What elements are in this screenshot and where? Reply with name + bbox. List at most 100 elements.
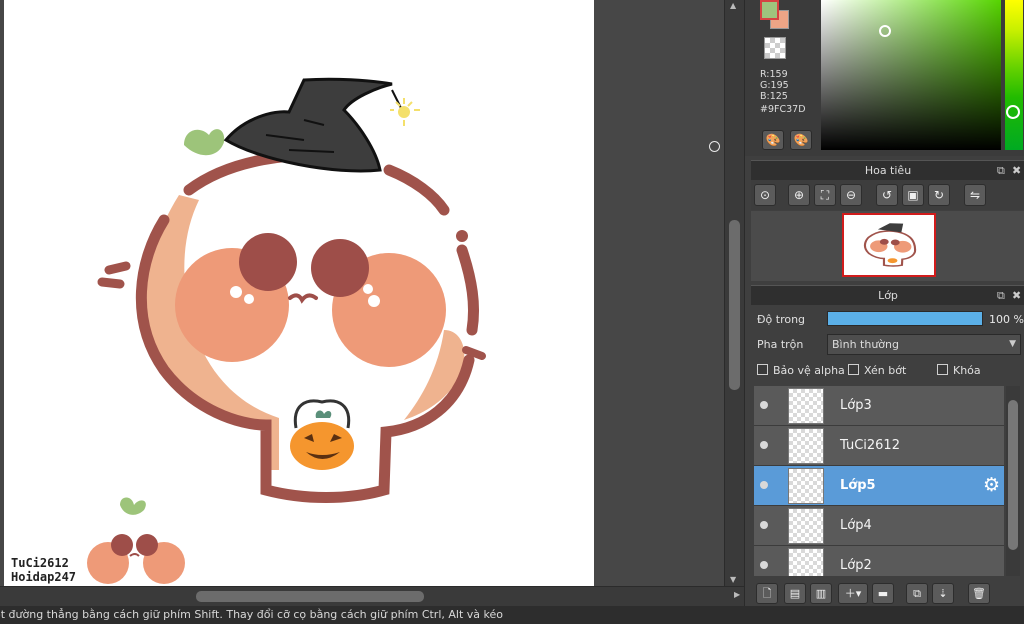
- merge-layer-button[interactable]: ⇣: [932, 583, 954, 604]
- rotate-right-icon: ↻: [933, 188, 945, 202]
- palette-button[interactable]: 🎨: [762, 130, 784, 150]
- new-1bit-layer-icon: ▥: [815, 587, 827, 600]
- chevron-down-icon: ▼: [1009, 339, 1016, 349]
- duplicate-icon: ⧉: [913, 587, 921, 600]
- flip-horizontal-button[interactable]: ⇋: [964, 184, 986, 206]
- layer-row[interactable]: Lớp2: [754, 546, 1004, 576]
- green-value: G:195: [760, 80, 789, 91]
- layer-list-scrollbar[interactable]: [1006, 386, 1020, 576]
- layer-name: Lớp3: [840, 398, 872, 413]
- drawing-canvas[interactable]: TuCi2612 Hoidap247: [4, 0, 594, 586]
- vertical-scroll-thumb[interactable]: [729, 220, 740, 390]
- layer-scroll-thumb[interactable]: [1008, 400, 1018, 550]
- opacity-label: Độ trong: [757, 313, 806, 326]
- canvas-vertical-scrollbar[interactable]: ▲ ▼: [724, 0, 744, 586]
- protect-alpha-checkbox[interactable]: Bảo vệ alpha: [757, 364, 845, 377]
- scroll-up-icon[interactable]: ▲: [730, 1, 736, 10]
- layer-row[interactable]: TuCi2612: [754, 426, 1004, 466]
- clipping-label: Xén bớt: [864, 364, 907, 377]
- layers-undock-icon[interactable]: ⧉: [997, 286, 1005, 305]
- layers-header: Lớp ⧉ ✖: [751, 285, 1024, 305]
- layer-row-selected[interactable]: Lớp5 ⚙: [754, 466, 1004, 506]
- hex-value: #9FC37D: [760, 104, 806, 115]
- undock-icon[interactable]: ⧉: [997, 161, 1005, 180]
- gear-icon[interactable]: ⚙: [983, 474, 1000, 496]
- layer-row[interactable]: Lớp3: [754, 386, 1004, 426]
- color-panel: R:159 G:195 B:125 #9FC37D 🎨 🎨: [745, 0, 1024, 156]
- navigator-view-frame[interactable]: [842, 213, 936, 277]
- fit-window-button[interactable]: ⛶: [814, 184, 836, 206]
- blend-mode-value: Bình thường: [832, 338, 899, 351]
- fit-window-icon: ⛶: [820, 188, 830, 202]
- navigator-title: Hoa tiêu: [864, 164, 912, 177]
- paint-app-window: TuCi2612 Hoidap247 ▲ ▼ ▶ ột đường thẳng …: [0, 0, 1024, 624]
- blend-mode-label: Pha trộn: [757, 338, 804, 351]
- red-value: R:159: [760, 69, 788, 80]
- transparent-color-swatch[interactable]: [764, 37, 786, 59]
- navigator-header: Hoa tiêu ⧉ ✖: [751, 160, 1024, 180]
- scroll-down-icon[interactable]: ▼: [730, 575, 736, 584]
- checkbox-box[interactable]: [848, 364, 859, 375]
- rotate-right-button[interactable]: ↻: [928, 184, 950, 206]
- layer-thumbnail: [788, 428, 824, 464]
- navigator-preview[interactable]: [751, 211, 1024, 281]
- visibility-icon[interactable]: [760, 561, 768, 569]
- rotate-left-button[interactable]: ↺: [876, 184, 898, 206]
- horizontal-scroll-thumb[interactable]: [196, 591, 424, 602]
- lock-label: Khóa: [953, 364, 981, 377]
- checkbox-box[interactable]: [937, 364, 948, 375]
- watermark-text-line2: Hoidap247: [11, 570, 77, 584]
- new-folder-button[interactable]: ▬: [872, 583, 894, 604]
- watermark-text-line1: TuCi2612: [11, 556, 69, 570]
- hue-slider[interactable]: [1005, 0, 1023, 150]
- visibility-icon[interactable]: [760, 521, 768, 529]
- new-1bit-layer-button[interactable]: ▥: [810, 583, 832, 604]
- layer-thumbnail: [788, 468, 824, 504]
- close-icon[interactable]: ✖: [1012, 161, 1021, 180]
- zoom-in-button[interactable]: ⊕: [788, 184, 810, 206]
- reset-view-button[interactable]: ▣: [902, 184, 924, 206]
- layers-title: Lớp: [878, 289, 898, 302]
- saturation-value-picker[interactable]: [821, 0, 1001, 150]
- protect-alpha-label: Bảo vệ alpha: [773, 364, 845, 377]
- foreground-color-swatch[interactable]: [760, 0, 779, 20]
- layers-close-icon[interactable]: ✖: [1012, 286, 1021, 305]
- canvas-horizontal-scrollbar[interactable]: ▶: [0, 586, 744, 606]
- opacity-slider[interactable]: [827, 311, 983, 326]
- artwork-drawing: [87, 77, 486, 584]
- duplicate-layer-button[interactable]: ⧉: [906, 583, 928, 604]
- layer-thumbnail: [788, 508, 824, 544]
- visibility-icon[interactable]: [760, 481, 768, 489]
- layer-list: Lớp3 TuCi2612 Lớp5 ⚙ Lớp4 Lớp2: [754, 386, 1004, 576]
- merge-icon: ⇣: [938, 587, 948, 600]
- palette-edit-icon: 🎨: [793, 133, 809, 147]
- hue-slider-handle[interactable]: [1006, 105, 1020, 119]
- zoom-out-button[interactable]: ⊖: [840, 184, 862, 206]
- add-layer-dropdown-button[interactable]: ＋▾: [838, 583, 868, 604]
- clipping-checkbox[interactable]: Xén bớt: [848, 364, 906, 377]
- saturation-value-cursor[interactable]: [879, 25, 891, 37]
- canvas-workspace[interactable]: TuCi2612 Hoidap247: [0, 0, 724, 586]
- checkbox-box[interactable]: [757, 364, 768, 375]
- lock-checkbox[interactable]: Khóa: [937, 364, 981, 377]
- visibility-icon[interactable]: [760, 441, 768, 449]
- new-layer-icon: 🗋: [762, 587, 772, 600]
- navigator-thumbnail-image: [844, 215, 934, 275]
- zoom-fit-icon: ⊙: [759, 188, 771, 202]
- layer-name: Lớp4: [840, 518, 872, 533]
- blend-mode-select[interactable]: Bình thường ▼: [827, 334, 1021, 355]
- layer-name: Lớp5: [840, 478, 876, 493]
- delete-layer-button[interactable]: 🗑: [968, 583, 990, 604]
- new-layer-button[interactable]: 🗋: [756, 583, 778, 604]
- palette-edit-button[interactable]: 🎨: [790, 130, 812, 150]
- visibility-icon[interactable]: [760, 401, 768, 409]
- layer-thumbnail: [788, 548, 824, 576]
- new-halftone-layer-button[interactable]: ▤: [784, 583, 806, 604]
- layer-name: TuCi2612: [840, 438, 900, 453]
- folder-icon: ▬: [877, 587, 889, 600]
- zoom-in-icon: ⊕: [793, 188, 805, 202]
- scroll-right-icon[interactable]: ▶: [734, 590, 740, 599]
- zoom-fit-button[interactable]: ⊙: [754, 184, 776, 206]
- flip-horizontal-icon: ⇋: [969, 188, 981, 202]
- layer-row[interactable]: Lớp4: [754, 506, 1004, 546]
